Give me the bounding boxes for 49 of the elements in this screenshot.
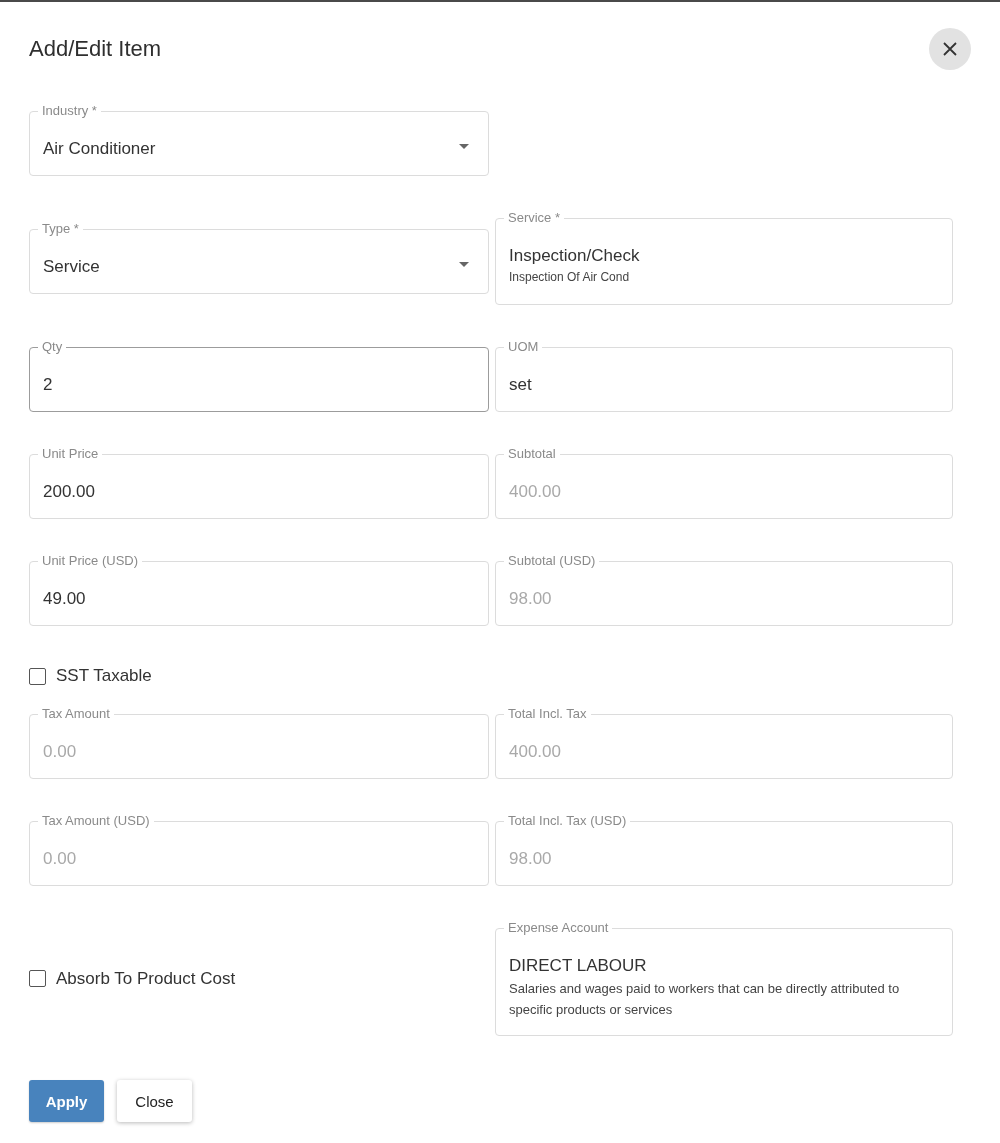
- lookup-field[interactable]: Service * Inspection/Check Inspection Of Air Cond: [495, 211, 953, 305]
- field-label: Service *: [507, 211, 562, 225]
- field-value: set: [509, 374, 533, 396]
- field-label: UOM: [507, 340, 540, 354]
- dropdown-field[interactable]: Type * Service: [29, 222, 489, 294]
- field-label: Subtotal (USD): [507, 554, 597, 568]
- field-value: Service: [43, 256, 100, 278]
- input-field[interactable]: Unit Price 200.00: [29, 447, 489, 519]
- field-label: Unit Price (USD): [41, 554, 140, 568]
- field-label: Qty: [41, 340, 64, 354]
- field-label: Expense Account: [507, 921, 610, 935]
- field-description: Inspection Of Air Cond: [509, 269, 631, 286]
- field-value: Air Conditioner: [43, 138, 156, 160]
- field-label: Type *: [41, 222, 80, 236]
- field-value: 2: [43, 374, 54, 396]
- field-value: 200.00: [43, 481, 96, 503]
- field-value: 400.00: [509, 481, 562, 503]
- field-label: Total Incl. Tax (USD): [507, 814, 628, 828]
- apply-button[interactable]: Apply: [29, 1080, 104, 1122]
- field-value: 0.00: [43, 848, 78, 870]
- input-field[interactable]: Unit Price (USD) 49.00: [29, 554, 489, 626]
- input-field[interactable]: Qty 2: [29, 340, 489, 412]
- field-label: Total Incl. Tax: [507, 707, 588, 721]
- field-value: DIRECT LABOUR: [509, 955, 648, 977]
- field-value: 400.00: [509, 741, 562, 763]
- field-label: Unit Price: [41, 447, 100, 461]
- close-dialog-button[interactable]: Close: [117, 1080, 192, 1122]
- field-value: 0.00: [43, 741, 78, 763]
- lookup-field[interactable]: Expense Account DIRECT LABOUR Salaries and wages paid to workers that can be directly attributed to specific products or services: [495, 921, 953, 1036]
- field-label: Industry *: [41, 104, 98, 118]
- input-field[interactable]: UOM set: [495, 340, 953, 412]
- dialog-title: Add/Edit Item: [29, 36, 162, 62]
- field-label: Tax Amount (USD): [41, 814, 151, 828]
- close-button[interactable]: [929, 28, 971, 70]
- checkbox-label[interactable]: Absorb To Product Cost: [56, 968, 236, 989]
- checkbox-label[interactable]: SST Taxable: [56, 666, 152, 686]
- field-value: 98.00: [509, 848, 553, 870]
- field-value: Inspection/Check: [509, 245, 641, 267]
- close-icon: [943, 42, 957, 56]
- caret-down-icon: [459, 261, 469, 267]
- field-value: 49.00: [43, 588, 87, 610]
- checkbox[interactable]: [29, 667, 46, 685]
- checkbox[interactable]: [29, 970, 46, 987]
- field-description: Salaries and wages paid to workers that can be directly attributed to specific products or services: [509, 980, 901, 1019]
- caret-down-icon: [459, 143, 469, 149]
- field-value: 98.00: [509, 588, 553, 610]
- field-label: Tax Amount: [41, 707, 111, 721]
- field-label: Subtotal: [507, 447, 557, 461]
- dropdown-field[interactable]: Industry * Air Conditioner: [29, 104, 489, 176]
